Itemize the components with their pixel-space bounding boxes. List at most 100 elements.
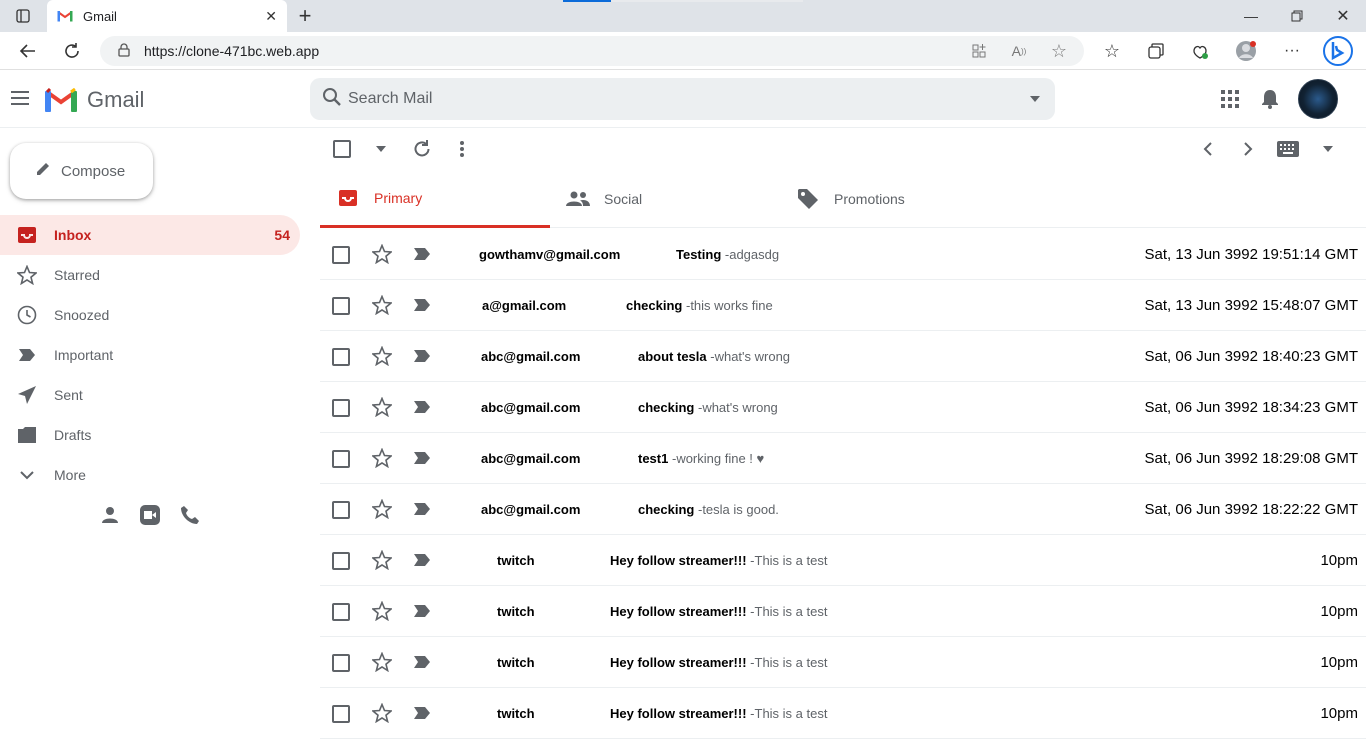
tab-promotions[interactable]: Promotions: [780, 170, 1010, 228]
label-important-icon[interactable]: [412, 450, 432, 469]
email-checkbox[interactable]: [332, 450, 350, 468]
email-subject-line: Testing -adgasdg: [676, 247, 779, 262]
sidebar-item-sent[interactable]: Sent: [0, 375, 300, 415]
email-checkbox[interactable]: [332, 654, 350, 672]
collections-icon[interactable]: [1140, 35, 1172, 67]
compose-button[interactable]: Compose: [10, 143, 153, 199]
star-icon[interactable]: [370, 549, 394, 573]
label-important-icon[interactable]: [412, 705, 432, 724]
email-sender: twitch: [497, 655, 535, 670]
address-bar[interactable]: https://clone-471bc.web.app: [100, 36, 1084, 66]
search-input[interactable]: [348, 90, 1015, 108]
video-call-icon[interactable]: [138, 503, 162, 527]
email-checkbox[interactable]: [332, 246, 350, 264]
label-important-icon[interactable]: [412, 246, 432, 265]
email-sender: twitch: [497, 553, 535, 568]
tab-social[interactable]: Social: [550, 170, 780, 228]
user-avatar[interactable]: [1298, 79, 1338, 119]
browser-tab[interactable]: Gmail ✕: [47, 0, 287, 32]
back-icon[interactable]: [12, 35, 44, 67]
email-row[interactable]: twitch Hey follow streamer!!! -This is a …: [320, 637, 1366, 688]
app-available-icon[interactable]: [963, 35, 995, 67]
select-dropdown-icon[interactable]: [368, 136, 394, 162]
person-icon[interactable]: [98, 503, 122, 527]
tab-primary[interactable]: Primary: [320, 170, 550, 228]
sidebar-item-drafts[interactable]: Drafts: [0, 415, 300, 455]
refresh-icon[interactable]: [56, 35, 88, 67]
star-icon[interactable]: [370, 498, 394, 522]
email-checkbox[interactable]: [332, 603, 350, 621]
email-checkbox[interactable]: [332, 399, 350, 417]
lock-icon[interactable]: [118, 42, 130, 60]
sidebar-item-inbox[interactable]: Inbox 54: [0, 215, 300, 255]
email-row[interactable]: twitch Hey follow streamer!!! -This is a …: [320, 586, 1366, 637]
email-checkbox[interactable]: [332, 705, 350, 723]
email-row[interactable]: abc@gmail.com test1 -working fine ! ♥ Sat,…: [320, 433, 1366, 484]
star-icon[interactable]: [370, 396, 394, 420]
star-icon[interactable]: [370, 447, 394, 471]
profile-icon[interactable]: [1230, 35, 1262, 67]
hamburger-menu-icon[interactable]: [9, 87, 31, 109]
email-snippet: -This is a test: [750, 706, 828, 721]
phone-icon[interactable]: [178, 503, 202, 527]
email-row[interactable]: gowthamv@gmail.com Testing -adgasdg Sat, 1…: [320, 229, 1366, 280]
search-bar[interactable]: [310, 78, 1055, 120]
email-checkbox[interactable]: [332, 297, 350, 315]
label-important-icon[interactable]: [412, 348, 432, 367]
sidebar-item-more[interactable]: More: [0, 455, 300, 495]
favorite-star-icon[interactable]: ☆: [1043, 35, 1075, 67]
search-icon[interactable]: [322, 87, 342, 112]
close-tab-icon[interactable]: ✕: [265, 8, 277, 25]
apps-grid-icon[interactable]: [1215, 84, 1245, 114]
email-subject-line: Hey follow streamer!!! -This is a test: [610, 655, 827, 670]
label-important-icon[interactable]: [412, 297, 432, 316]
minimize-icon[interactable]: —: [1228, 0, 1274, 32]
label-important-icon[interactable]: [412, 603, 432, 622]
email-row[interactable]: a@gmail.com checking -this works fine Sat,…: [320, 280, 1366, 331]
email-row[interactable]: abc@gmail.com about tesla -what's wrong Sa…: [320, 331, 1366, 382]
tab-label: Social: [604, 191, 643, 207]
email-row[interactable]: twitch Hey follow streamer!!! -This is a …: [320, 535, 1366, 586]
gmail-logo[interactable]: Gmail: [45, 87, 144, 113]
label-important-icon[interactable]: [412, 654, 432, 673]
tab-actions-icon[interactable]: [0, 0, 46, 32]
select-all-checkbox[interactable]: [329, 136, 355, 162]
email-checkbox[interactable]: [332, 348, 350, 366]
more-options-icon[interactable]: ···: [1276, 35, 1308, 67]
extensions-icon[interactable]: [1184, 35, 1216, 67]
close-window-icon[interactable]: ✕: [1320, 0, 1366, 32]
email-row[interactable]: twitch Hey follow streamer!!! -This is a …: [320, 688, 1366, 739]
email-row[interactable]: abc@gmail.com checking -what's wrong Sat, …: [320, 382, 1366, 433]
email-sender: gowthamv@gmail.com: [479, 247, 621, 262]
star-icon[interactable]: [370, 345, 394, 369]
email-subject: Testing: [676, 247, 722, 262]
email-subject: checking: [638, 502, 695, 517]
star-icon[interactable]: [370, 294, 394, 318]
email-checkbox[interactable]: [332, 501, 350, 519]
label-important-icon[interactable]: [412, 552, 432, 571]
keyboard-dropdown-icon[interactable]: [1315, 136, 1341, 162]
refresh-icon[interactable]: [409, 136, 435, 162]
chevron-right-icon[interactable]: [1235, 136, 1261, 162]
label-important-icon[interactable]: [412, 501, 432, 520]
star-icon[interactable]: [370, 600, 394, 624]
bing-icon[interactable]: [1322, 35, 1354, 67]
notifications-bell-icon[interactable]: [1255, 84, 1285, 114]
star-icon[interactable]: [370, 243, 394, 267]
favorites-icon[interactable]: ☆: [1096, 35, 1128, 67]
email-row[interactable]: abc@gmail.com checking -tesla is good. Sat…: [320, 484, 1366, 535]
sidebar-item-important[interactable]: Important: [0, 335, 300, 375]
new-tab-icon[interactable]: +: [290, 0, 320, 32]
star-icon[interactable]: [370, 651, 394, 675]
email-checkbox[interactable]: [332, 552, 350, 570]
star-icon[interactable]: [370, 702, 394, 726]
restore-icon[interactable]: [1274, 0, 1320, 32]
sidebar-item-snoozed[interactable]: Snoozed: [0, 295, 300, 335]
label-important-icon[interactable]: [412, 399, 432, 418]
search-options-dropdown-icon[interactable]: [1015, 95, 1055, 103]
more-vert-icon[interactable]: [449, 136, 475, 162]
sidebar-item-starred[interactable]: Starred: [0, 255, 300, 295]
read-aloud-icon[interactable]: A)): [1003, 35, 1035, 67]
keyboard-icon[interactable]: [1275, 136, 1301, 162]
chevron-left-icon[interactable]: [1195, 136, 1221, 162]
